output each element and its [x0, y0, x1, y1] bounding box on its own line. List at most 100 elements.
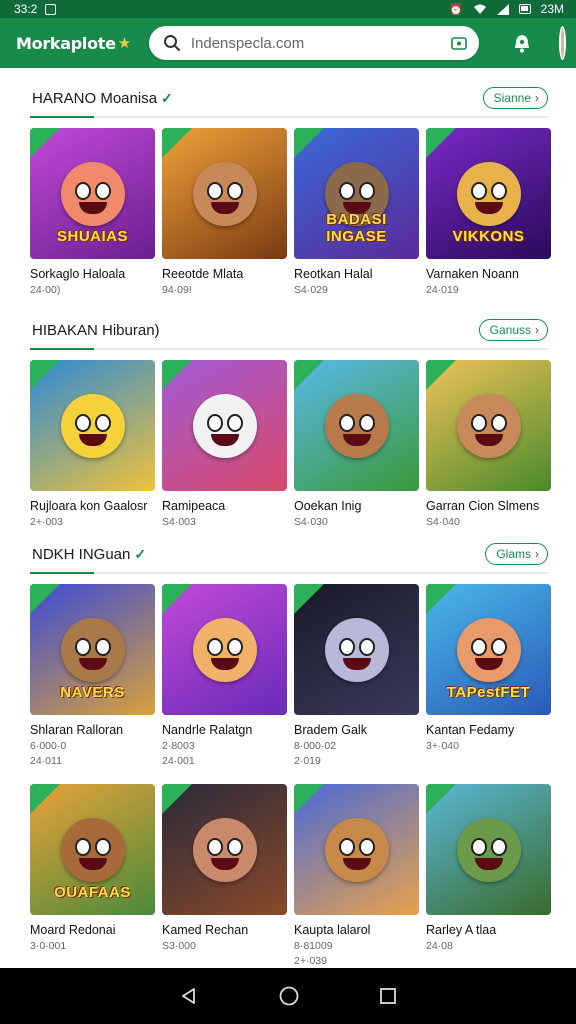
game-meta: 94·09! — [162, 284, 192, 296]
recents-icon[interactable] — [379, 987, 397, 1005]
game-meta-secondary: 2·019 — [294, 755, 321, 767]
section-0: HARANO Moanisa ✓ Sianne › SHUAIAS Sorkaglo … — [0, 84, 576, 296]
card-row: NAVERS Shlaran Ralloran 6·000·0 24·011 Nandr… — [0, 584, 576, 767]
character-illustration — [294, 584, 419, 715]
game-title: Ramipeaca — [162, 499, 226, 513]
game-thumbnail[interactable] — [294, 784, 419, 915]
signal-icon — [496, 3, 509, 15]
camera-icon[interactable] — [451, 36, 467, 50]
game-meta: 24·019 — [426, 284, 459, 296]
game-art-title: VIKKONS — [452, 228, 525, 245]
game-thumbnail[interactable]: OUAFAAS — [30, 784, 155, 915]
game-card[interactable]: BADASI INGASE Reotkan Halal S4·029 — [294, 128, 419, 296]
game-card[interactable]: VIKKONS Varnaken Noann 24·019 — [426, 128, 551, 296]
game-card[interactable]: OUAFAAS Moard Redonai 3·0·001 — [30, 784, 155, 967]
game-card[interactable]: Reeotde Mlata 94·09! — [162, 128, 287, 296]
character-illustration — [426, 784, 551, 915]
game-thumbnail[interactable]: BADASI INGASE — [294, 128, 419, 259]
section-more-button[interactable]: Glams › — [485, 543, 548, 565]
card-row: Rujloara kon Gaalosr 2+·003 Ramipeaca S4·00… — [0, 360, 576, 528]
character-illustration — [30, 360, 155, 491]
game-meta: 2·8003 — [162, 740, 195, 752]
game-thumbnail[interactable] — [162, 584, 287, 715]
game-thumbnail[interactable]: NAVERS — [30, 584, 155, 715]
battery-icon — [518, 4, 531, 14]
game-card[interactable]: Nandrle Ralatgn 2·8003 24·001 — [162, 584, 287, 767]
game-card[interactable]: SHUAIAS Sorkaglo Haloala 24·00) — [30, 128, 155, 296]
character-illustration — [162, 784, 287, 915]
game-art-title: BADASI INGASE — [326, 211, 387, 245]
game-thumbnail[interactable] — [162, 784, 287, 915]
game-title: Kamed Rechan — [162, 923, 249, 937]
game-meta: 8·81009 — [294, 940, 333, 952]
avatar[interactable] — [558, 26, 566, 60]
game-thumbnail[interactable] — [162, 360, 287, 491]
game-thumbnail[interactable] — [426, 360, 551, 491]
game-title: Kaupta lalarol — [294, 923, 371, 937]
game-meta: 3+·040 — [426, 740, 459, 752]
notification-icon[interactable] — [511, 30, 533, 56]
system-nav-bar — [0, 968, 576, 1024]
game-title: Rujloara kon Gaalosr — [30, 499, 148, 513]
chevron-right-icon: › — [535, 547, 539, 561]
section-3: OUAFAAS Moard Redonai 3·0·001 Kamed Rechan S… — [0, 774, 576, 967]
game-title: Nandrle Ralatgn — [162, 723, 253, 737]
section-more-button[interactable]: Sianne › — [482, 87, 548, 109]
game-card[interactable]: Ramipeaca S4·003 — [162, 360, 287, 528]
game-meta: S4·040 — [426, 516, 460, 528]
game-card[interactable]: Kaupta lalarol 8·81009 2+·039 — [294, 784, 419, 967]
app-logo-text: Morkaplote — [16, 33, 116, 53]
chevron-right-icon: › — [535, 323, 539, 337]
game-meta: 2+·003 — [30, 516, 63, 528]
game-title: Garran Cion Slmens — [426, 499, 540, 513]
card-row: OUAFAAS Moard Redonai 3·0·001 Kamed Rechan S… — [0, 784, 576, 967]
game-thumbnail[interactable] — [426, 784, 551, 915]
game-thumbnail[interactable] — [30, 360, 155, 491]
game-thumbnail[interactable]: VIKKONS — [426, 128, 551, 259]
wifi-icon — [473, 4, 486, 14]
section-divider — [30, 572, 548, 574]
game-thumbnail[interactable] — [162, 128, 287, 259]
game-card[interactable]: Rarley A tlaa 24·08 — [426, 784, 551, 967]
game-card[interactable]: Garran Cion Slmens S4·040 — [426, 360, 551, 528]
game-card[interactable]: Rujloara kon Gaalosr 2+·003 — [30, 360, 155, 528]
game-thumbnail[interactable] — [294, 584, 419, 715]
game-card[interactable]: Kamed Rechan S3·000 — [162, 784, 287, 967]
home-icon[interactable] — [278, 985, 300, 1007]
game-art-title: NAVERS — [60, 684, 125, 701]
game-card[interactable]: TAPestFET Kantan Fedamy 3+·040 — [426, 584, 551, 767]
game-card[interactable]: Ooekan Inig S4·030 — [294, 360, 419, 528]
game-title: Rarley A tlaa — [426, 923, 497, 937]
game-card[interactable]: Bradem Galk 8·000·02 2·019 — [294, 584, 419, 767]
section-divider — [30, 116, 548, 118]
section-2: NDKH INGuan ✓ Glams › NAVERS Shlaran Rallor… — [0, 540, 576, 767]
section-1: HIBAKAN Hiburan) Ganuss › Rujloara kon Ga… — [0, 316, 576, 528]
section-more-button[interactable]: Ganuss › — [478, 319, 548, 341]
character-illustration — [162, 128, 287, 259]
chevron-right-icon: › — [535, 91, 539, 105]
character-illustration — [426, 360, 551, 491]
search-input[interactable] — [190, 34, 441, 52]
game-meta: S4·030 — [294, 516, 328, 528]
alarm-icon: ⏰ — [448, 3, 463, 16]
game-list: HARANO Moanisa ✓ Sianne › SHUAIAS Sorkaglo … — [0, 68, 576, 968]
app-logo[interactable]: Morkaplote ★ — [16, 34, 131, 53]
character-illustration — [162, 584, 287, 715]
game-art-title: SHUAIAS — [56, 228, 128, 245]
game-title: Bradem Galk — [294, 723, 367, 737]
game-meta: S4·003 — [162, 516, 196, 528]
search-bar[interactable] — [148, 26, 479, 60]
check-icon: ✓ — [161, 89, 173, 106]
game-thumbnail[interactable] — [294, 360, 419, 491]
section-title: HIBAKAN Hiburan) — [32, 321, 160, 339]
game-thumbnail[interactable]: TAPestFET — [426, 584, 551, 715]
back-icon[interactable] — [179, 986, 199, 1006]
game-meta-secondary: 24·011 — [30, 755, 62, 767]
game-meta-secondary: 24·001 — [162, 755, 195, 767]
section-title: NDKH INGuan ✓ — [32, 545, 147, 563]
game-card[interactable]: NAVERS Shlaran Ralloran 6·000·0 24·011 — [30, 584, 155, 767]
character-illustration — [294, 360, 419, 491]
game-title: Reeotde Mlata — [162, 267, 244, 281]
game-thumbnail[interactable]: SHUAIAS — [30, 128, 155, 259]
status-right-text: 23M — [540, 2, 564, 16]
